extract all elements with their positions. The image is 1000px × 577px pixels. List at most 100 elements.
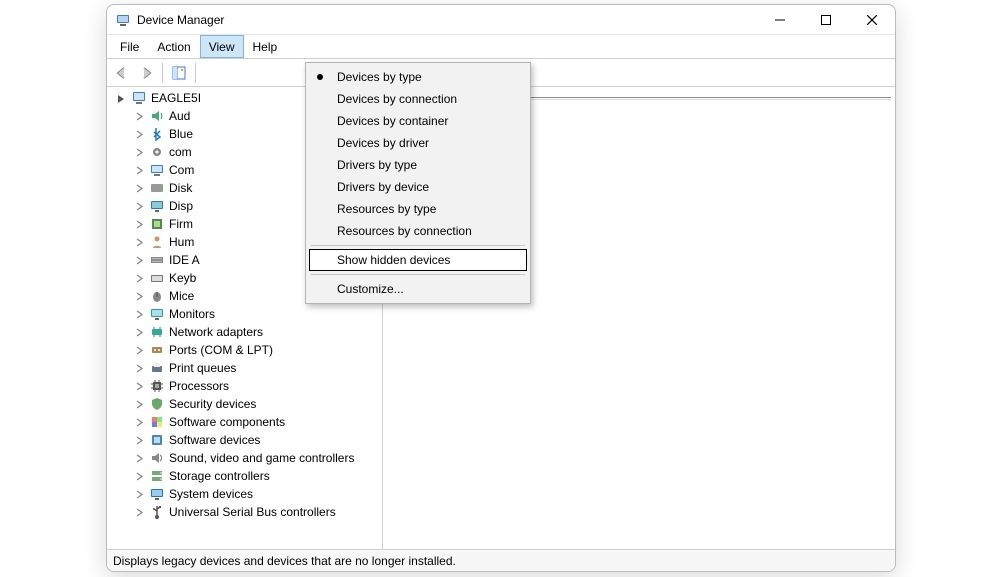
expand-icon[interactable] bbox=[133, 128, 145, 140]
maximize-button[interactable] bbox=[803, 5, 849, 35]
tree-item[interactable]: Universal Serial Bus controllers bbox=[109, 503, 382, 521]
monitor-icon bbox=[149, 306, 165, 322]
menu-help[interactable]: Help bbox=[244, 35, 287, 58]
tree-item-label: Disp bbox=[169, 197, 193, 215]
tree-item[interactable]: Software components bbox=[109, 413, 382, 431]
menu-drivers-by-device[interactable]: Drivers by device bbox=[309, 176, 527, 198]
statusbar: Displays legacy devices and devices that… bbox=[107, 549, 895, 571]
menu-view[interactable]: View bbox=[200, 35, 244, 58]
expand-icon[interactable] bbox=[133, 254, 145, 266]
expand-icon[interactable] bbox=[133, 488, 145, 500]
toolbar-separator bbox=[162, 63, 163, 83]
shield-icon bbox=[149, 396, 165, 412]
menu-devices-by-container[interactable]: Devices by container bbox=[309, 110, 527, 132]
menu-resources-by-type[interactable]: Resources by type bbox=[309, 198, 527, 220]
expand-icon[interactable] bbox=[133, 362, 145, 374]
show-hide-console-button[interactable] bbox=[168, 62, 190, 84]
device-manager-window: Device Manager File Action View Help bbox=[106, 4, 896, 572]
back-button[interactable] bbox=[111, 62, 133, 84]
storage-icon bbox=[149, 468, 165, 484]
menu-item-label: Devices by container bbox=[337, 114, 448, 128]
menu-customize[interactable]: Customize... bbox=[309, 278, 527, 300]
forward-button[interactable] bbox=[135, 62, 157, 84]
menu-resources-by-connection[interactable]: Resources by connection bbox=[309, 220, 527, 242]
menu-devices-by-type[interactable]: Devices by type bbox=[309, 66, 527, 88]
tree-item[interactable]: Network adapters bbox=[109, 323, 382, 341]
tree-item[interactable]: System devices bbox=[109, 485, 382, 503]
expand-icon[interactable] bbox=[133, 308, 145, 320]
expand-icon[interactable] bbox=[133, 380, 145, 392]
expand-icon[interactable] bbox=[133, 506, 145, 518]
view-menu-dropdown: Devices by type Devices by connection De… bbox=[305, 62, 531, 304]
tree-item-label: Hum bbox=[169, 233, 194, 251]
expand-icon[interactable] bbox=[133, 146, 145, 158]
network-icon bbox=[149, 324, 165, 340]
software-icon bbox=[149, 432, 165, 448]
tree-item[interactable]: Processors bbox=[109, 377, 382, 395]
menu-separator bbox=[311, 245, 525, 246]
tree-item-label: Processors bbox=[169, 377, 229, 395]
expand-icon[interactable] bbox=[133, 398, 145, 410]
close-button[interactable] bbox=[849, 5, 895, 35]
menu-devices-by-driver[interactable]: Devices by driver bbox=[309, 132, 527, 154]
processor-icon bbox=[149, 378, 165, 394]
menu-item-label: Drivers by type bbox=[337, 158, 417, 172]
check-icon bbox=[317, 74, 323, 80]
menu-item-label: Resources by connection bbox=[337, 224, 472, 238]
expand-icon[interactable] bbox=[133, 200, 145, 212]
tree-item-label: Print queues bbox=[169, 359, 236, 377]
menu-drivers-by-type[interactable]: Drivers by type bbox=[309, 154, 527, 176]
tree-item-label: IDE A bbox=[169, 251, 200, 269]
tree-item-label: Aud bbox=[169, 107, 190, 125]
expand-icon[interactable] bbox=[133, 326, 145, 338]
menu-devices-by-connection[interactable]: Devices by connection bbox=[309, 88, 527, 110]
tree-item-label: Blue bbox=[169, 125, 193, 143]
menu-file[interactable]: File bbox=[111, 35, 148, 58]
menu-item-label: Customize... bbox=[337, 282, 404, 296]
tree-item-label: Software components bbox=[169, 413, 285, 431]
expand-icon[interactable] bbox=[133, 110, 145, 122]
expand-icon[interactable] bbox=[133, 470, 145, 482]
collapse-icon[interactable] bbox=[115, 92, 127, 104]
menu-item-label: Devices by connection bbox=[337, 92, 457, 106]
toolbar-separator bbox=[195, 63, 196, 83]
expand-icon[interactable] bbox=[133, 218, 145, 230]
expand-icon[interactable] bbox=[133, 236, 145, 248]
expand-icon[interactable] bbox=[133, 272, 145, 284]
expand-icon[interactable] bbox=[133, 452, 145, 464]
expand-icon[interactable] bbox=[133, 182, 145, 194]
menubar: File Action View Help bbox=[107, 35, 895, 59]
expand-icon[interactable] bbox=[133, 416, 145, 428]
tree-item-label: Security devices bbox=[169, 395, 256, 413]
tree-item[interactable]: Sound, video and game controllers bbox=[109, 449, 382, 467]
computer-icon bbox=[131, 90, 147, 106]
tree-item-label: Monitors bbox=[169, 305, 215, 323]
tree-item-label: Sound, video and game controllers bbox=[169, 449, 354, 467]
human-interface-icon bbox=[149, 234, 165, 250]
expand-icon[interactable] bbox=[133, 164, 145, 176]
keyboard-icon bbox=[149, 270, 165, 286]
tree-item[interactable]: Storage controllers bbox=[109, 467, 382, 485]
tree-item[interactable]: Print queues bbox=[109, 359, 382, 377]
tree-item-label: System devices bbox=[169, 485, 253, 503]
window-title: Device Manager bbox=[137, 13, 757, 27]
expand-icon[interactable] bbox=[133, 290, 145, 302]
expand-icon[interactable] bbox=[133, 434, 145, 446]
tree-item[interactable]: Monitors bbox=[109, 305, 382, 323]
tree-item-label: Software devices bbox=[169, 431, 260, 449]
tree-item-label: Firm bbox=[169, 215, 193, 233]
menu-action[interactable]: Action bbox=[148, 35, 199, 58]
tree-item-label: Disk bbox=[169, 179, 192, 197]
ports-icon bbox=[149, 342, 165, 358]
expand-icon[interactable] bbox=[133, 344, 145, 356]
menu-item-label: Drivers by device bbox=[337, 180, 429, 194]
minimize-button[interactable] bbox=[757, 5, 803, 35]
tree-item-label: Keyb bbox=[169, 269, 196, 287]
tree-item[interactable]: Security devices bbox=[109, 395, 382, 413]
tree-item-label: Ports (COM & LPT) bbox=[169, 341, 273, 359]
ide-icon bbox=[149, 252, 165, 268]
menu-show-hidden-devices[interactable]: Show hidden devices bbox=[309, 249, 527, 271]
tree-item[interactable]: Software devices bbox=[109, 431, 382, 449]
tree-item[interactable]: Ports (COM & LPT) bbox=[109, 341, 382, 359]
tree-item-label: Mice bbox=[169, 287, 194, 305]
